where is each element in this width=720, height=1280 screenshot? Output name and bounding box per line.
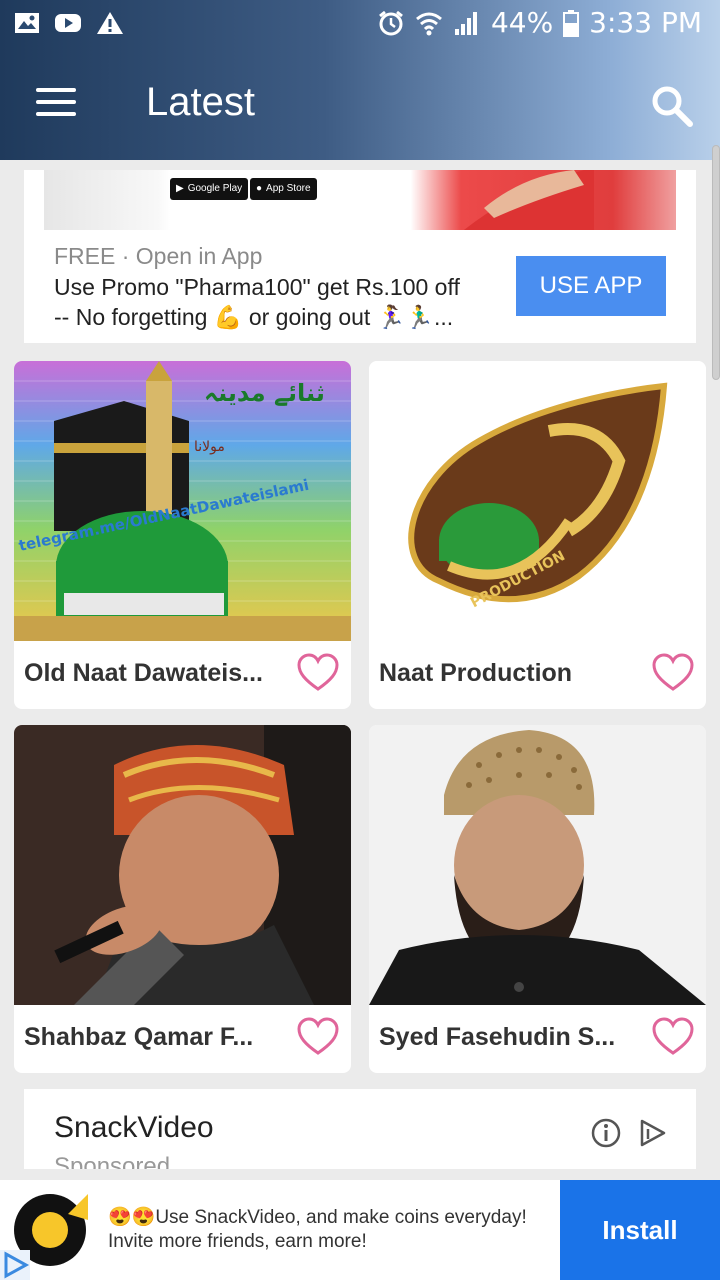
heart-icon[interactable]	[297, 1017, 339, 1057]
card-title: Naat Production	[379, 659, 573, 687]
promo-ad-card[interactable]: ▶ Google Play ● App Store FREE · Open in A…	[24, 170, 696, 343]
warning-icon	[97, 12, 123, 34]
naat-card[interactable]: telegram.me/OldNaatDawateislami مولانا ث…	[14, 361, 351, 709]
play-triangle-icon[interactable]	[0, 1250, 30, 1280]
ad-free-label: FREE · Open in App	[54, 243, 263, 269]
battery-icon	[563, 9, 580, 37]
sponsored-ad-card[interactable]: SnackVideo Sponsored	[24, 1089, 696, 1169]
naat-card[interactable]: Syed Fasehudin S...	[369, 725, 706, 1073]
bottom-banner-ad[interactable]: 😍😍Use SnackVideo, and make coins everyda…	[0, 1180, 720, 1280]
adchoices-icon[interactable]	[636, 1117, 668, 1149]
battery-percent: 44%	[490, 6, 554, 39]
naat-card[interactable]: Shahbaz Qamar F...	[14, 725, 351, 1073]
naat-card[interactable]: PRODUCTION Naat Production	[369, 361, 706, 709]
signal-icon	[454, 11, 477, 35]
heart-icon[interactable]	[297, 653, 339, 693]
scrollbar[interactable]	[712, 145, 720, 380]
app-header: 44% 3:33 PM Latest	[0, 0, 720, 160]
ad-title: SnackVideo	[54, 1111, 214, 1144]
svg-text:مولانا: مولانا	[194, 439, 225, 455]
menu-icon	[36, 88, 76, 92]
use-app-button[interactable]: USE APP	[516, 256, 666, 316]
install-button[interactable]: Install	[560, 1180, 720, 1280]
wifi-icon	[415, 12, 442, 35]
ad-line-2: -- No forgetting 💪 or going out 🏃‍♀️🏃‍♂️…	[54, 304, 454, 330]
svg-text:ثنائے مدینہ: ثنائے مدینہ	[204, 379, 325, 407]
heart-icon[interactable]	[652, 1017, 694, 1057]
google-play-badge[interactable]: ▶ Google Play	[170, 178, 249, 200]
card-image[interactable]: telegram.me/OldNaatDawateislami مولانا ث…	[14, 361, 351, 641]
card-image[interactable]	[14, 725, 351, 1005]
card-title: Old Naat Dawateis...	[24, 659, 263, 687]
youtube-icon	[55, 14, 81, 32]
heart-icon[interactable]	[652, 653, 694, 693]
card-image[interactable]	[369, 725, 706, 1005]
clock: 3:33 PM	[589, 6, 702, 39]
ad-line-1: Use Promo "Pharma100" get Rs.100 off	[54, 274, 460, 300]
card-title: Syed Fasehudin S...	[379, 1023, 616, 1051]
info-icon[interactable]	[590, 1117, 622, 1149]
ad-description: 😍😍Use SnackVideo, and make coins everyda…	[108, 1207, 527, 1252]
card-image[interactable]: PRODUCTION	[369, 361, 706, 641]
alarm-icon	[379, 10, 403, 35]
app-store-badge[interactable]: ● App Store	[250, 178, 317, 200]
status-bar: 44% 3:33 PM	[0, 0, 720, 50]
card-title: Shahbaz Qamar F...	[24, 1023, 254, 1051]
search-icon[interactable]	[650, 84, 694, 128]
sponsored-label: Sponsored	[54, 1153, 171, 1169]
menu-button[interactable]	[36, 88, 76, 118]
image-icon	[15, 13, 39, 33]
page-title: Latest	[146, 80, 255, 124]
banner-hand-graphic	[464, 170, 594, 230]
promo-banner-image[interactable]: ▶ Google Play ● App Store	[44, 170, 676, 230]
